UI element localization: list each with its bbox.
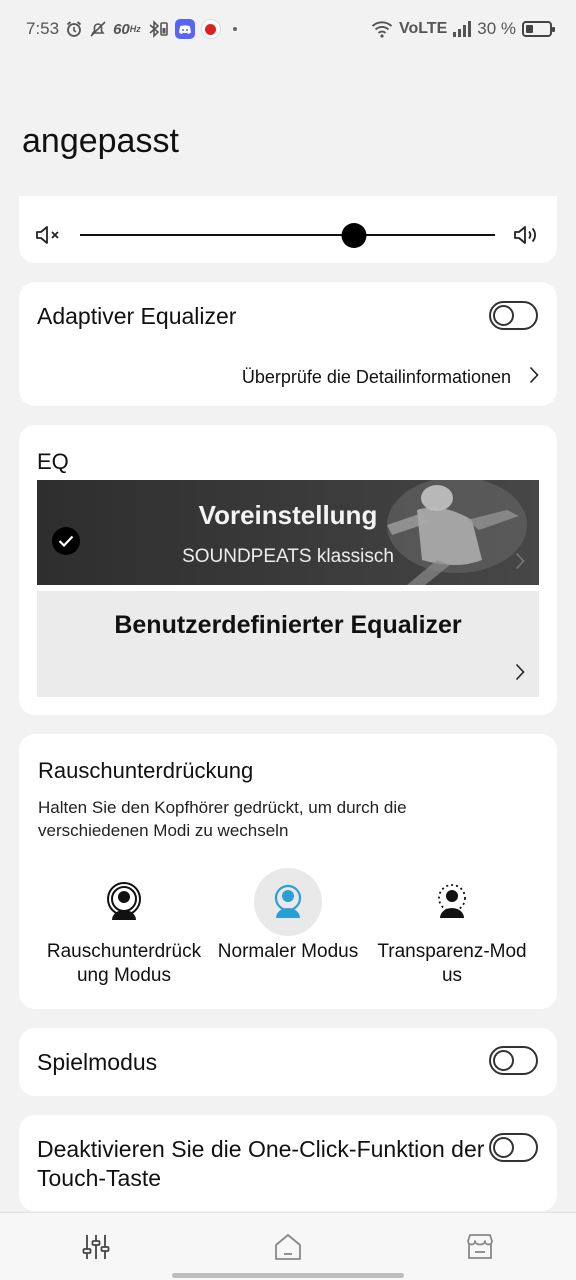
- eq-preset-subtitle: SOUNDPEATS klassisch: [182, 546, 394, 567]
- eq-preset-title: Voreinstellung: [198, 500, 378, 530]
- eq-card: EQ Voreinstellung SOUNDPEATS klassisch B…: [19, 425, 557, 715]
- store-icon[interactable]: [465, 1232, 495, 1262]
- transparency-icon: [418, 868, 486, 936]
- one-click-card: Deaktivieren Sie die One-Click-Funktion …: [19, 1115, 557, 1211]
- mode-transparency[interactable]: Transparenz-Mod us: [362, 868, 542, 988]
- noise-hint: Halten Sie den Kopfhörer gedrückt, um du…: [38, 798, 407, 840]
- detail-info-link[interactable]: Überprüfe die Detailinformationen: [242, 366, 539, 389]
- eq-preset-tile[interactable]: Voreinstellung SOUNDPEATS klassisch: [37, 480, 539, 585]
- carrier-label: VoLTE: [398, 20, 448, 37]
- more-notifications-dot: [232, 27, 237, 31]
- status-bar: 7:53 60 Hz VoLTE 30 %: [0, 0, 576, 58]
- mode-label: Transparenz-Mod us: [377, 941, 527, 986]
- volume-slider-thumb[interactable]: [341, 223, 367, 248]
- alarm-icon: [65, 20, 83, 38]
- page-title: angepasst: [22, 122, 179, 160]
- eq-label: EQ: [37, 449, 69, 474]
- battery-percent: 30 %: [477, 19, 516, 38]
- dnd-off-icon: [89, 20, 107, 38]
- home-icon[interactable]: [273, 1232, 303, 1262]
- check-icon: [52, 527, 80, 555]
- mute-icon[interactable]: [35, 224, 63, 251]
- normal-mode-icon: [254, 868, 322, 936]
- discord-icon: [174, 19, 195, 39]
- mode-label: Normaler Modus: [217, 941, 359, 962]
- net-speed-unit: Hz: [129, 24, 141, 34]
- adaptive-eq-card: Adaptiver Equalizer Überprüfe die Detail…: [19, 282, 557, 406]
- speaker-icon[interactable]: [513, 224, 541, 251]
- equalizer-icon[interactable]: [81, 1232, 111, 1262]
- one-click-toggle[interactable]: [489, 1133, 538, 1162]
- mode-label: Rauschunterdrück ung Modus: [46, 941, 202, 986]
- noise-cancelling-icon: [90, 868, 158, 936]
- status-time: 7:53: [26, 19, 60, 38]
- chevron-right-icon: [515, 663, 525, 686]
- game-mode-label: Spielmodus: [37, 1049, 158, 1075]
- toggle-knob: [493, 305, 514, 326]
- signal-icon: [453, 21, 472, 37]
- bottom-nav: [0, 1212, 576, 1280]
- toggle-knob: [493, 1137, 514, 1158]
- game-mode-card: Spielmodus: [19, 1028, 557, 1096]
- net-speed-value: 60: [113, 20, 130, 38]
- custom-eq-title: Benutzerdefinierter Equalizer: [114, 611, 462, 639]
- chevron-right-icon: [529, 366, 539, 389]
- runner-background-image: [37, 480, 539, 585]
- noise-title: Rauschunterdrückung: [38, 758, 254, 783]
- chevron-right-icon: [515, 552, 525, 575]
- custom-eq-tile[interactable]: Benutzerdefinierter Equalizer: [37, 591, 539, 697]
- adaptive-eq-toggle[interactable]: [489, 301, 538, 330]
- mode-noise-cancelling[interactable]: Rauschunterdrück ung Modus: [34, 868, 214, 988]
- battery-icon: [522, 21, 555, 37]
- noise-control-card: Rauschunterdrückung Halten Sie den Kopfh…: [19, 734, 557, 1009]
- toggle-knob: [493, 1050, 514, 1071]
- one-click-label: Deaktivieren Sie die One-Click-Funktion …: [37, 1136, 485, 1191]
- status-left: 7:53 60 Hz: [26, 19, 237, 39]
- battery-fill: [526, 25, 533, 33]
- adaptive-eq-label: Adaptiver Equalizer: [37, 303, 237, 329]
- game-mode-toggle[interactable]: [489, 1046, 538, 1075]
- volume-slider-track[interactable]: [80, 234, 495, 236]
- home-indicator[interactable]: [172, 1273, 404, 1278]
- mode-normal[interactable]: Normaler Modus: [198, 868, 378, 964]
- youtube-music-icon: [200, 19, 221, 39]
- status-right: VoLTE 30 %: [371, 19, 555, 39]
- bluetooth-icon: [147, 20, 169, 38]
- detail-info-label: Überprüfe die Detailinformationen: [241, 367, 511, 387]
- volume-card: [19, 196, 557, 263]
- net-speed: 60 Hz: [113, 21, 141, 38]
- wifi-icon: [371, 20, 393, 38]
